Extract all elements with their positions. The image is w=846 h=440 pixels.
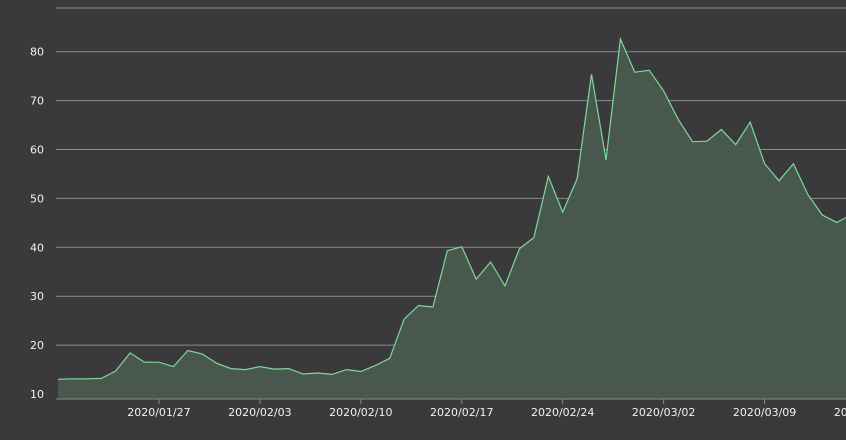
x-tick-label: 2020/02/24 [531,406,594,419]
y-tick-label: 40 [30,241,44,254]
y-tick-label: 10 [30,388,44,401]
y-tick-label: 80 [30,46,44,59]
x-tick-label: 2020/03/09 [733,406,796,419]
y-tick-label: 20 [30,339,44,352]
x-tick-label: 2020/02/17 [430,406,493,419]
x-tick-label: 2020/03/02 [632,406,695,419]
x-tick-label: 2020/01/27 [127,406,190,419]
y-tick-label: 30 [30,290,44,303]
x-tick-label: 2020/03/16 [834,406,846,419]
y-tick-label: 60 [30,144,44,157]
y-tick-label: 70 [30,95,44,108]
y-tick-label: 50 [30,192,44,205]
y-axis-ticks: 10 20 30 40 50 60 70 80 [30,46,44,401]
area-chart: 1020304050607080 2020/01/27 2020/02/03 202… [30,7,846,419]
x-axis-ticks: 2020/01/27 2020/02/03 2020/02/10 2020/02/17… [127,399,846,419]
x-tick-label: 2020/02/10 [329,406,392,419]
x-tick-label: 2020/02/03 [228,406,291,419]
